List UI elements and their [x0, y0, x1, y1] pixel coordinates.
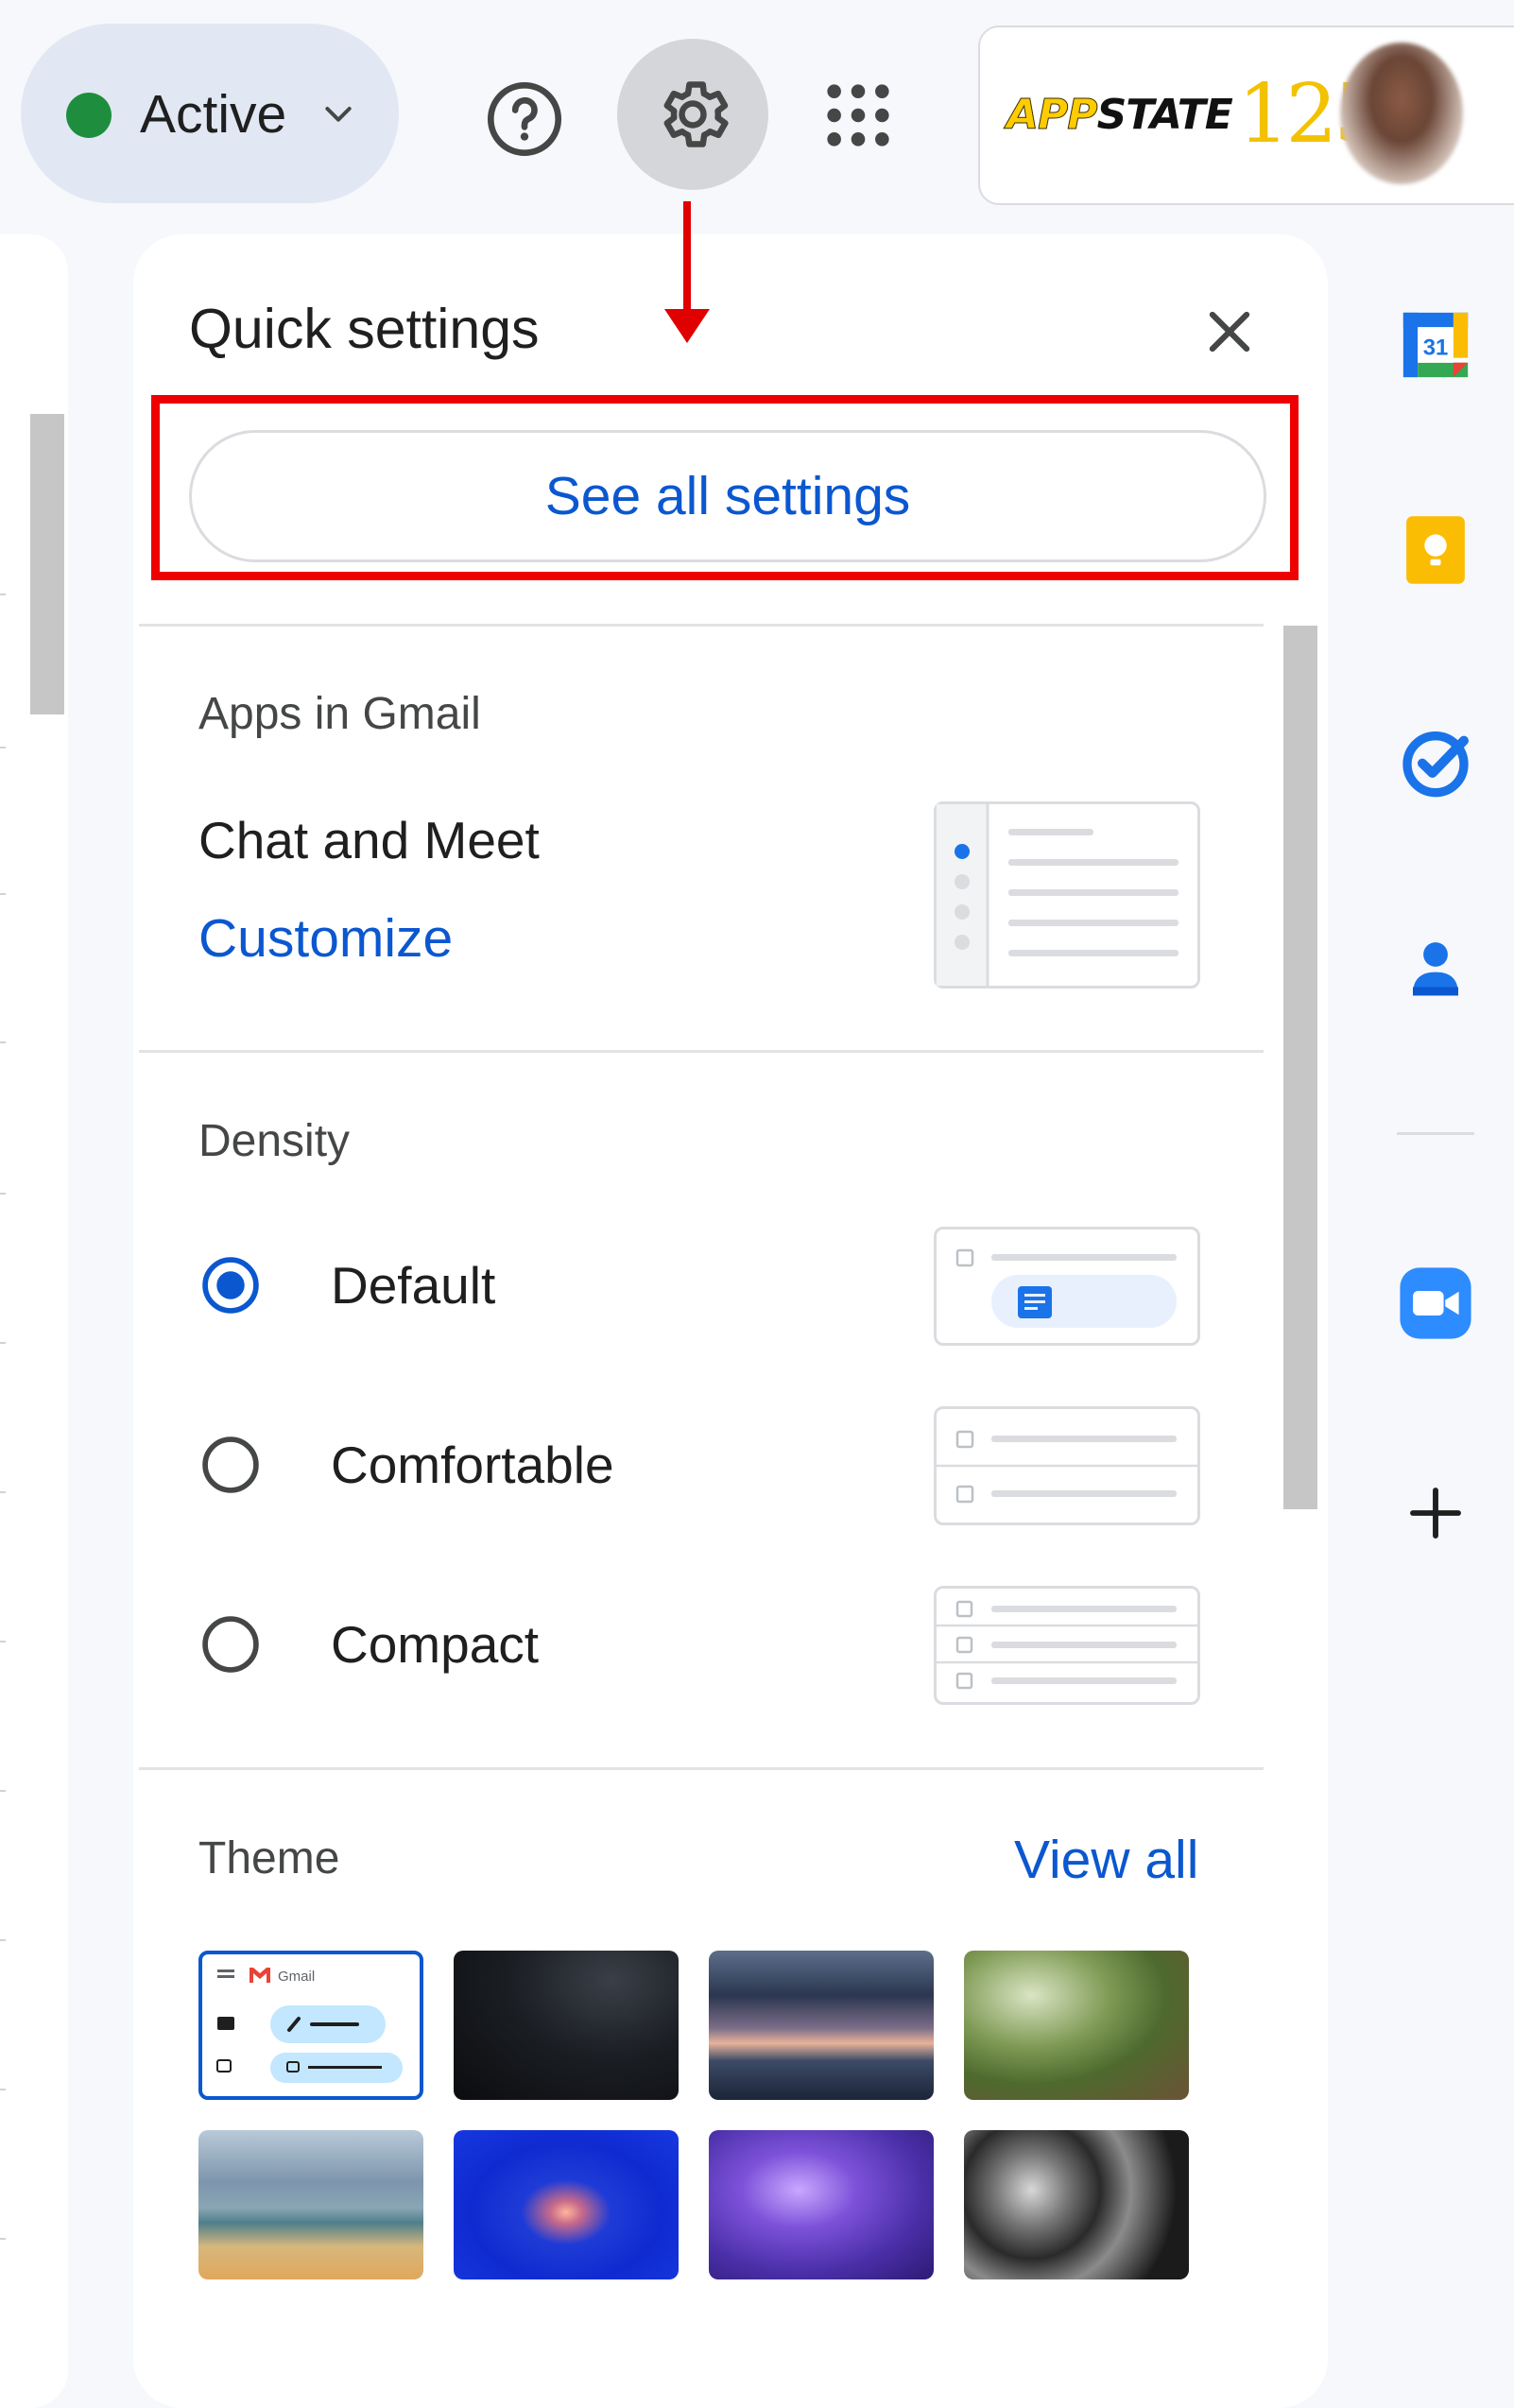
- panel-scrollbar[interactable]: [1283, 626, 1317, 1509]
- density-default-label[interactable]: Default: [331, 1253, 495, 1317]
- zoom-app[interactable]: [1393, 1261, 1478, 1346]
- calendar-app[interactable]: 31: [1393, 302, 1478, 387]
- row-divider: [0, 1939, 6, 1941]
- avatar[interactable]: [1340, 43, 1463, 184]
- status-label: Active: [140, 84, 287, 145]
- gmail-thumbnail: Gmail: [216, 1968, 403, 2083]
- theme-section-title: Theme: [198, 1833, 340, 1883]
- row-divider: [0, 593, 6, 595]
- theme-tile-stormy-sky[interactable]: [709, 1951, 934, 2100]
- chevron-down-icon: [325, 107, 352, 122]
- theme-tile-beach[interactable]: [198, 2130, 423, 2279]
- annotation-arrow-head: [664, 309, 710, 343]
- settings-button[interactable]: [617, 39, 768, 190]
- annotation-highlight-box: [151, 395, 1299, 580]
- calendar-icon: 31: [1402, 312, 1469, 378]
- organization-logo: APP STATE 125: [1006, 67, 1385, 162]
- chat-layout-illustration: [937, 804, 1179, 986]
- theme-tile-default[interactable]: Gmail: [198, 1951, 423, 2100]
- density-comfortable-preview: [934, 1406, 1200, 1525]
- status-dot: [66, 93, 112, 138]
- calendar-day: 31: [1423, 335, 1449, 360]
- row-divider: [0, 1041, 6, 1043]
- row-divider: [0, 1491, 6, 1493]
- keep-app[interactable]: [1393, 507, 1478, 593]
- density-section-title: Density: [198, 1116, 351, 1166]
- density-compact-label[interactable]: Compact: [331, 1612, 539, 1677]
- theme-tile-jellyfish[interactable]: [454, 2130, 679, 2279]
- mail-list-scrollbar[interactable]: [30, 414, 64, 714]
- tasks-icon: [1402, 731, 1469, 798]
- density-comfortable-radio[interactable]: [198, 1433, 263, 1497]
- apps-preview: [934, 801, 1200, 989]
- density-default-radio[interactable]: [198, 1253, 263, 1317]
- row-divider: [0, 893, 6, 895]
- section-divider: [139, 624, 1264, 627]
- zoom-icon: [1400, 1267, 1471, 1339]
- logo-text-app: APP: [1006, 90, 1099, 139]
- density-compact-preview: [934, 1586, 1200, 1705]
- density-comfortable-label[interactable]: Comfortable: [331, 1433, 614, 1497]
- panel-title: Quick settings: [189, 298, 540, 360]
- theme-tile-forest-stream[interactable]: [964, 1951, 1189, 2100]
- row-divider: [0, 1790, 6, 1792]
- apps-section-title: Apps in Gmail: [198, 689, 481, 739]
- theme-tile-purple-jellyfish[interactable]: [709, 2130, 934, 2279]
- compact-density-illustration: [937, 1600, 1197, 1690]
- default-density-illustration: [955, 1248, 1177, 1328]
- row-divider: [0, 1342, 6, 1344]
- section-divider: [139, 1050, 1264, 1053]
- customize-link[interactable]: Customize: [198, 905, 453, 972]
- gear-icon: [663, 81, 729, 147]
- logo-text-state: STATE: [1096, 90, 1233, 139]
- row-divider: [0, 1193, 6, 1195]
- apps-grid-icon[interactable]: [822, 79, 894, 151]
- tasks-app[interactable]: [1393, 720, 1478, 805]
- row-divider: [0, 2089, 6, 2090]
- comfortable-density-illustration: [937, 1430, 1197, 1504]
- annotation-arrow-line: [683, 201, 691, 313]
- add-icon: [1410, 1488, 1461, 1539]
- contacts-app[interactable]: [1393, 926, 1478, 1011]
- theme-tile-starry-night[interactable]: [454, 1951, 679, 2100]
- help-icon[interactable]: [485, 79, 564, 159]
- add-addon-button[interactable]: [1393, 1471, 1478, 1556]
- gmail-thumbnail-label: Gmail: [278, 1969, 315, 1985]
- density-default-preview: [934, 1227, 1200, 1346]
- keep-icon: [1406, 516, 1465, 584]
- theme-tile-metal-tubes[interactable]: [964, 2130, 1189, 2279]
- close-icon[interactable]: [1200, 302, 1259, 361]
- section-divider: [139, 1767, 1264, 1770]
- density-compact-radio[interactable]: [198, 1612, 263, 1677]
- row-divider: [0, 747, 6, 748]
- view-all-themes-link[interactable]: View all: [1014, 1827, 1198, 1893]
- rail-divider: [1397, 1132, 1474, 1135]
- chat-meet-label: Chat and Meet: [198, 811, 540, 869]
- row-divider: [0, 2238, 6, 2240]
- contacts-icon: [1413, 942, 1458, 996]
- row-divider: [0, 1641, 6, 1643]
